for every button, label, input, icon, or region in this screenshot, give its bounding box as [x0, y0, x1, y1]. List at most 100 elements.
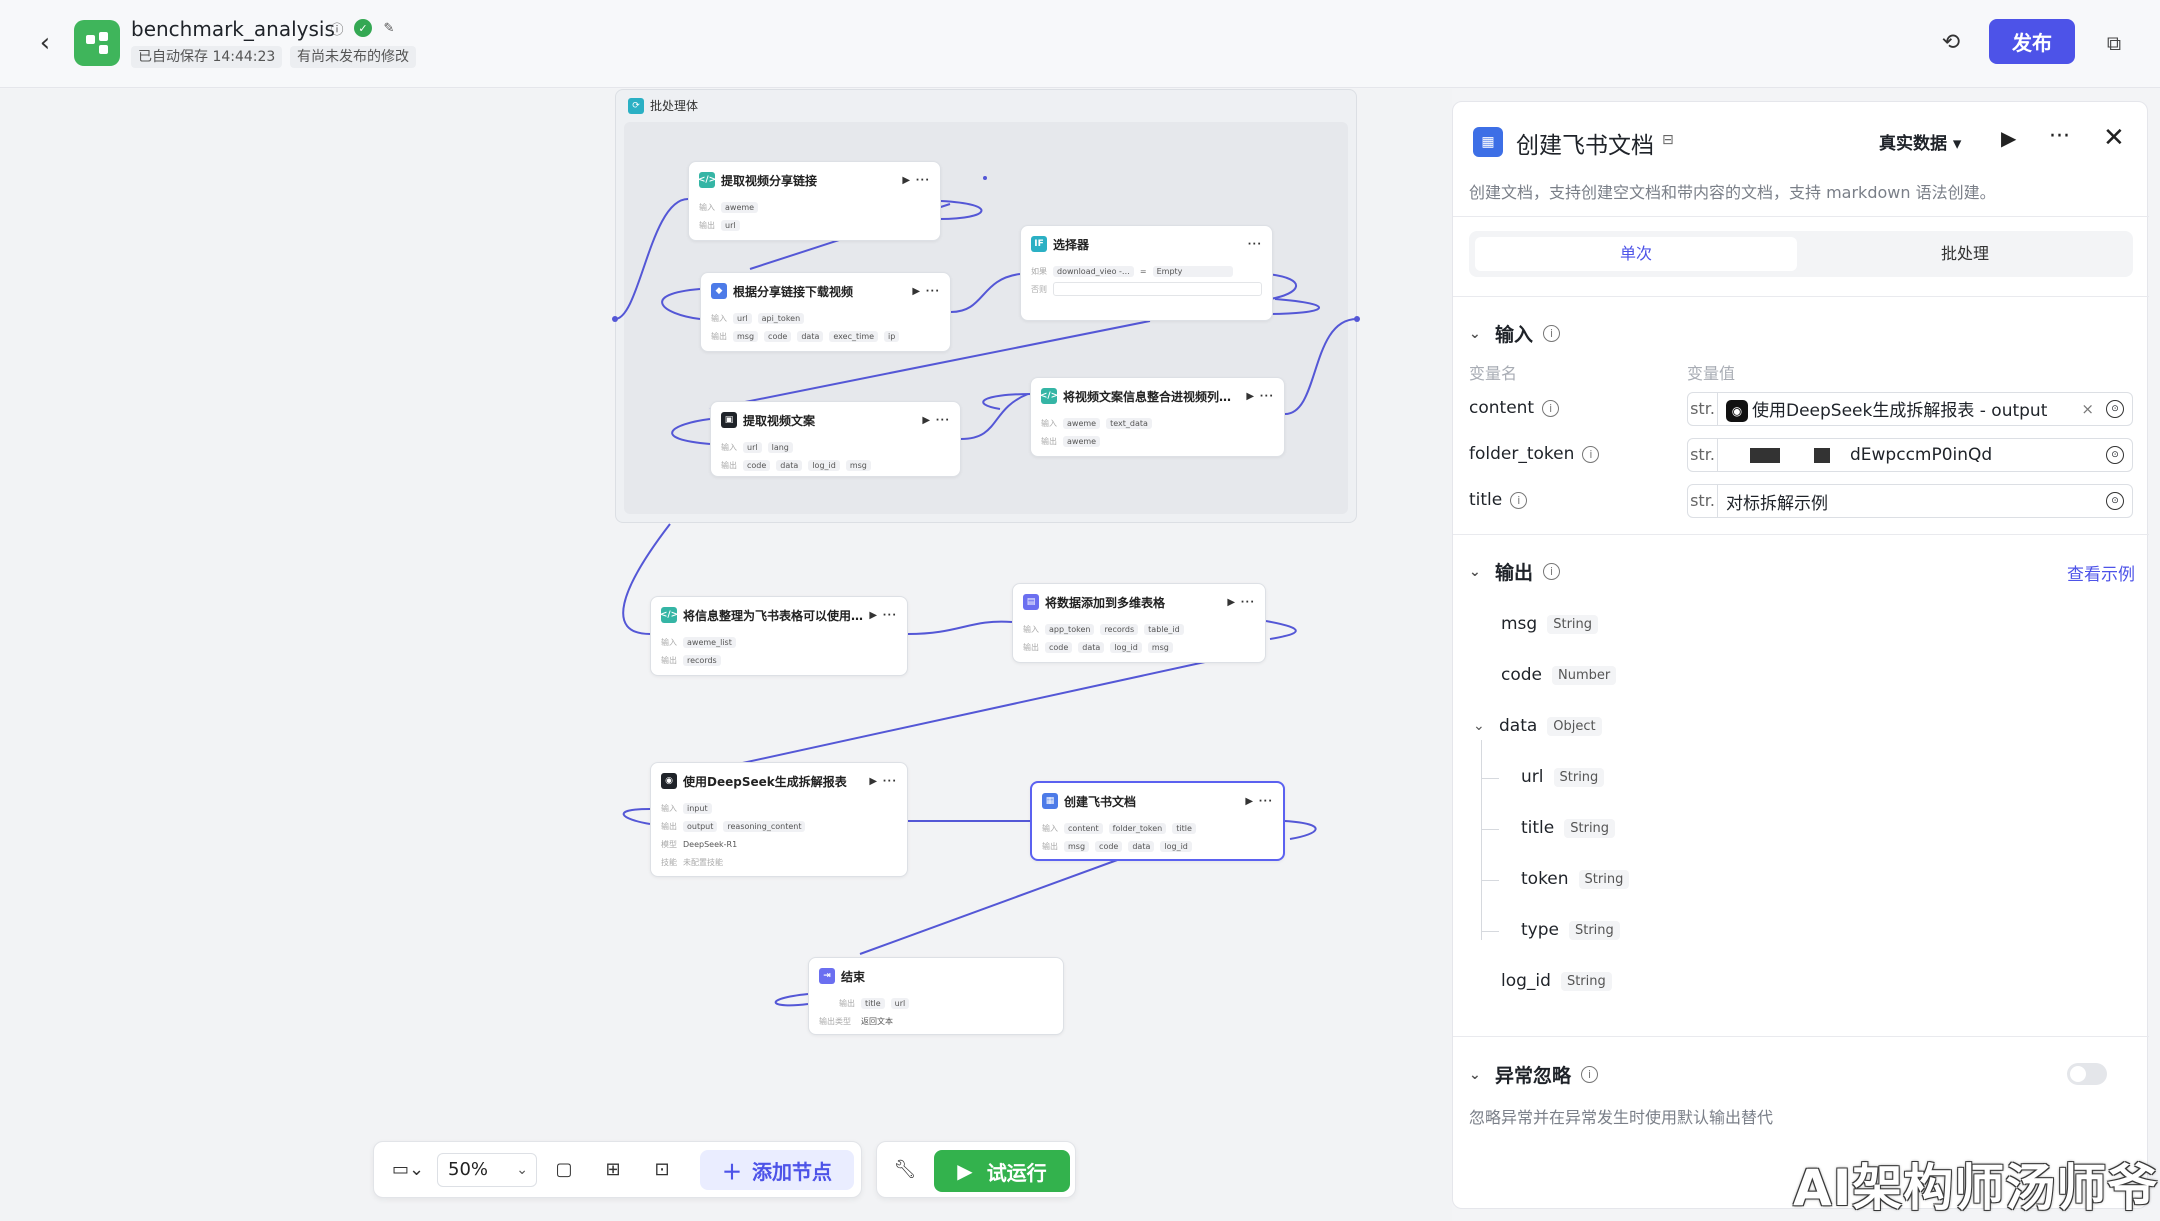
if-icon: IF	[1031, 236, 1047, 252]
ignore-section-header[interactable]: ⌄ 异常忽略 i	[1469, 1061, 1599, 1088]
node-config-panel: ▦ 创建飞书文档 ⊟ 真实数据 ▾ ▶ ··· ✕ 创建文档，支持创建空文档和带…	[1452, 101, 2149, 1209]
comment-icon[interactable]: ▢	[550, 1156, 578, 1184]
info-icon[interactable]: ⓘ	[328, 19, 346, 38]
output-section-header[interactable]: ⌄ 输出 i	[1469, 558, 1561, 585]
output-data-type: type String	[1521, 920, 1620, 940]
doc-icon: ▦	[1473, 127, 1503, 157]
node-extract-copy[interactable]: ▣ 提取视频文案 ▶ ··· 输入 url lang 输出 code data log_id m…	[710, 401, 961, 477]
chevron-down-icon: ⌄	[516, 1162, 528, 1178]
layout-icon[interactable]: ⊞	[599, 1156, 627, 1184]
content-field[interactable]: str. ◉ 使用DeepSeek生成拆解报表 - output × ⊙	[1687, 392, 2133, 426]
caret-down-icon: ▾	[1952, 134, 1962, 154]
info-icon: i	[1582, 445, 1600, 463]
chevron-down-icon: ⌄	[1469, 563, 1481, 580]
redaction-mask	[1814, 447, 1830, 463]
info-icon: i	[1543, 563, 1561, 580]
variable-picker-icon[interactable]: ⊙	[2106, 400, 2124, 418]
end-icon: ⇥	[819, 968, 835, 984]
node-run-icon[interactable]: ▶ ···	[1246, 391, 1274, 402]
variable-picker-icon[interactable]: ⊙	[2106, 446, 2124, 464]
add-node-button[interactable]: ＋添加节点	[700, 1150, 854, 1190]
deepseek-icon: ◉	[661, 773, 677, 789]
chevron-down-icon: ⌄	[1469, 325, 1481, 342]
workflow-canvas[interactable]: ⟳ 批处理体 </> 提取视频分享链接 ▶ ··· 输入 aweme 输出 ur…	[0, 89, 1452, 1221]
input-name-title: title i	[1469, 490, 1528, 510]
node-merge-copy[interactable]: </> 将视频文案信息整合进视频列表中 ▶ ··· 输入 aweme text_data…	[1030, 377, 1285, 457]
node-run-icon[interactable]: ▶ ···	[1245, 796, 1273, 807]
minimap-icon[interactable]: ▭⌄	[386, 1156, 430, 1184]
col-var-value: 变量值	[1687, 364, 1736, 383]
doc-icon: ▦	[1042, 793, 1058, 809]
ignore-description: 忽略异常并在异常发生时使用默认输出替代	[1469, 1108, 1774, 1127]
app-logo	[74, 20, 120, 66]
template-icon[interactable]: ⊟	[1662, 132, 1674, 148]
run-toolbar: 🔧︎ ▶ 试运行	[876, 1141, 1076, 1198]
chevron-down-icon: ⌄	[1469, 1066, 1481, 1083]
node-format-records[interactable]: </> 将信息整理为飞书表格可以使用… ▶ ··· 输入 aweme_list 输出 r…	[650, 596, 908, 676]
canvas-toolbar: ▭⌄ 50% ⌄ ▢ ⊞ ⊡ ＋添加节点	[373, 1141, 862, 1198]
more-icon[interactable]: ···	[2049, 124, 2070, 149]
table-icon: ▤	[1023, 594, 1039, 610]
input-section-header[interactable]: ⌄ 输入 i	[1469, 320, 1561, 347]
top-bar: ‹ benchmark_analysis ⓘ ✓ ✎ 已自动保存 14:44:2…	[0, 0, 2160, 88]
folder-token-field[interactable]: str. dEwpccmP0inQd ⊙	[1687, 438, 2133, 472]
back-icon[interactable]: ‹	[30, 28, 60, 58]
node-download-video[interactable]: ◆ 根据分享链接下载视频 ▶ ··· 输入 url api_token 输出 msg cod…	[700, 272, 951, 352]
info-icon: i	[1542, 399, 1560, 417]
watermark: AI架构师汤师爷	[1793, 1159, 2159, 1217]
code-icon: </>	[660, 607, 678, 623]
output-code: code Number	[1501, 665, 1617, 685]
app-title: benchmark_analysis	[131, 17, 335, 41]
variable-picker-icon[interactable]: ⊙	[2106, 492, 2124, 510]
close-icon[interactable]: ✕	[2103, 123, 2125, 153]
test-run-button[interactable]: ▶ 试运行	[934, 1150, 1070, 1192]
clear-icon[interactable]: ×	[2081, 400, 2094, 418]
node-create-feishu-doc[interactable]: ▦ 创建飞书文档 ▶ ··· 输入 content folder_token title …	[1030, 781, 1285, 861]
fit-view-icon[interactable]: ⊡	[648, 1156, 676, 1184]
edit-icon[interactable]: ✎	[380, 19, 398, 37]
autosave-tag: 已自动保存 14:44:23	[131, 46, 283, 68]
node-run-icon[interactable]: ▶ ···	[912, 286, 940, 297]
wrench-icon[interactable]: 🔧︎	[891, 1156, 919, 1184]
node-more-icon[interactable]: ···	[1248, 239, 1262, 250]
node-run-icon[interactable]: ▶ ···	[922, 415, 950, 426]
node-deepseek-report[interactable]: ◉ 使用DeepSeek生成拆解报表 ▶ ··· 输入 input 输出 output r…	[650, 762, 908, 877]
node-run-icon[interactable]: ▶ ···	[902, 175, 930, 186]
history-icon[interactable]: ⟲	[1936, 28, 1966, 58]
redaction-mask	[1750, 447, 1780, 463]
node-run-icon[interactable]: ▶ ···	[869, 776, 897, 787]
tab-single[interactable]: 单次	[1475, 237, 1797, 271]
output-data-url: url String	[1521, 767, 1605, 787]
output-data-title: title String	[1521, 818, 1616, 838]
node-extract-link[interactable]: </> 提取视频分享链接 ▶ ··· 输入 aweme 输出 url	[688, 161, 941, 241]
input-name-content: content i	[1469, 398, 1560, 418]
zoom-select[interactable]: 50% ⌄	[437, 1153, 537, 1187]
output-msg: msg String	[1501, 614, 1599, 634]
mode-tabs: 单次 批处理	[1469, 231, 2133, 277]
output-data[interactable]: ⌄ data Object	[1473, 716, 1602, 736]
chevron-down-icon: ⌄	[1473, 718, 1485, 734]
ignore-exception-toggle[interactable]	[2067, 1063, 2107, 1085]
node-end[interactable]: ⇥ 结束 输出 title url 输出类型 返回文本	[808, 957, 1064, 1035]
output-data-token: token String	[1521, 869, 1630, 889]
plugin-icon: ▣	[721, 412, 737, 428]
info-icon: i	[1581, 1066, 1599, 1083]
publish-button[interactable]: 发布	[1989, 19, 2075, 64]
code-icon: </>	[698, 172, 716, 188]
info-icon: i	[1543, 325, 1561, 342]
check-circle-icon: ✓	[354, 19, 372, 37]
copy-icon[interactable]: ⧉	[2099, 28, 2129, 58]
node-add-bitable[interactable]: ▤ 将数据添加到多维表格 ▶ ··· 输入 app_token records table…	[1012, 583, 1266, 663]
tab-batch[interactable]: 批处理	[1803, 237, 2127, 271]
plugin-icon: ◆	[711, 283, 727, 299]
view-example-link[interactable]: 查看示例	[2067, 560, 2135, 585]
input-name-folder-token: folder_token i	[1469, 444, 1600, 464]
node-run-icon[interactable]: ▶ ···	[869, 610, 897, 621]
title-field[interactable]: str. 对标拆解示例 ⊙	[1687, 484, 2133, 518]
run-node-icon[interactable]: ▶	[2001, 126, 2016, 150]
tree-line	[1481, 740, 1482, 940]
node-run-icon[interactable]: ▶ ···	[1227, 597, 1255, 608]
node-selector[interactable]: IF 选择器 ··· 如果 download_vieo -… = Empty 否则	[1020, 225, 1273, 321]
plus-icon: ＋	[722, 1159, 742, 1184]
data-mode-select[interactable]: 真实数据 ▾	[1879, 129, 1961, 154]
